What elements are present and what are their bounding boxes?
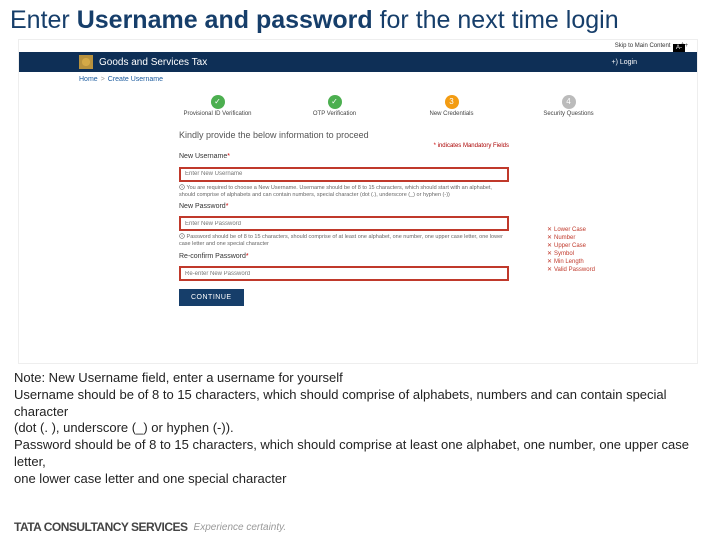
tcs-logo: TATA TATA CONSULTANCY SERVICESCONSULTANC… — [14, 520, 188, 534]
username-hint: i You are required to choose a New Usern… — [179, 184, 509, 199]
form-heading: Kindly provide the below information to … — [179, 130, 509, 140]
info-icon: i — [179, 233, 185, 239]
bc-current: Create Username — [108, 76, 163, 83]
username-label: New Username — [179, 153, 509, 160]
password-label: New Password — [179, 203, 509, 210]
step-1: ✓ Provisional ID Verification — [159, 95, 276, 123]
step-1-circle: ✓ — [211, 95, 225, 109]
step-2: ✓ OTP Verification — [276, 95, 393, 123]
step-3: 3 New Credentials — [393, 95, 510, 123]
tcs-tagline: Experience certainty. — [194, 522, 287, 533]
step-1-label: Provisional ID Verification — [159, 111, 276, 117]
title-bold: Username and password — [77, 6, 373, 34]
slide-title: Enter Username and password for the next… — [0, 0, 720, 39]
emblem-icon — [79, 55, 93, 69]
check-upper: ✕Upper Case — [547, 242, 627, 249]
bc-sep: > — [101, 76, 105, 83]
x-icon: ✕ — [547, 226, 554, 233]
slide-notes: Note: New Username field, enter a userna… — [14, 370, 706, 488]
username-input[interactable] — [179, 167, 509, 182]
password-checklist: ✕Lower Case ✕Number ✕Upper Case ✕Symbol … — [547, 225, 627, 274]
step-4: 4 Security Questions — [510, 95, 627, 123]
step-2-circle: ✓ — [328, 95, 342, 109]
x-icon: ✕ — [547, 234, 554, 241]
check-valid: ✕Valid Password — [547, 266, 627, 273]
stepper: ✓ Provisional ID Verification ✓ OTP Verifi… — [159, 95, 627, 123]
check-symbol: ✕Symbol — [547, 250, 627, 257]
svg-text:i: i — [182, 234, 183, 238]
login-link[interactable]: +) Login — [612, 59, 638, 66]
skip-link[interactable]: Skip to Main Content — [612, 42, 674, 50]
check-lower: ✕Lower Case — [547, 226, 627, 233]
font-dec[interactable]: A- — [673, 44, 685, 52]
tcs-branding: TATA TATA CONSULTANCY SERVICESCONSULTANC… — [14, 520, 286, 534]
step-3-label: New Credentials — [393, 111, 510, 117]
site-header: Goods and Services Tax +) Login — [19, 52, 697, 72]
password-hint: i Password should be of 8 to 15 characte… — [179, 233, 509, 248]
bc-home[interactable]: Home — [79, 76, 98, 83]
info-icon: i — [179, 184, 185, 190]
check-number: ✕Number — [547, 234, 627, 241]
step-4-circle: 4 — [562, 95, 576, 109]
continue-button[interactable]: CONTINUE — [179, 289, 244, 306]
check-length: ✕Min Length — [547, 258, 627, 265]
step-3-circle: 3 — [445, 95, 459, 109]
step-4-label: Security Questions — [510, 111, 627, 117]
password-input[interactable] — [179, 216, 509, 231]
x-icon: ✕ — [547, 242, 554, 249]
x-icon: ✕ — [547, 258, 554, 265]
step-2-label: OTP Verification — [276, 111, 393, 117]
title-light2: for the next time login — [373, 6, 619, 34]
breadcrumb: Home>Create Username — [79, 76, 163, 83]
title-light1: Enter — [10, 6, 77, 34]
credentials-form: Kindly provide the below information to … — [179, 130, 509, 306]
x-icon: ✕ — [547, 250, 554, 257]
screenshot-panel: Skip to Main Content A+ A- Goods and Ser… — [18, 39, 698, 364]
brand-title: Goods and Services Tax — [99, 57, 207, 68]
confirm-input[interactable] — [179, 266, 509, 281]
top-toolbar: Skip to Main Content A+ A- — [612, 42, 691, 50]
mandatory-note: indicates Mandatory Fields — [179, 143, 509, 149]
confirm-label: Re-confirm Password — [179, 253, 509, 260]
svg-text:i: i — [182, 185, 183, 189]
x-icon: ✕ — [547, 266, 554, 273]
